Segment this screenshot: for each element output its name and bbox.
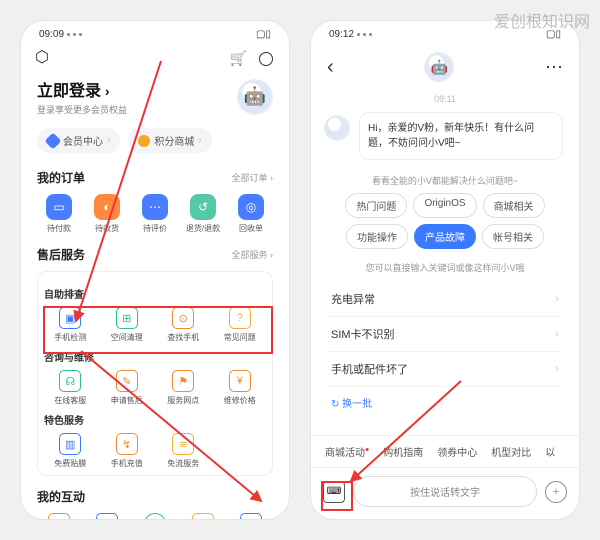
chip-account[interactable]: 帐号相关 (482, 224, 544, 249)
plus-button[interactable]: + (545, 481, 567, 503)
orders-more[interactable]: 全部订单 (231, 171, 273, 184)
order-pending-review[interactable]: ⋯待评价 (133, 194, 177, 234)
tag-item[interactable]: 以 (545, 444, 555, 459)
chip-row-2: 功能操作 产品故障 帐号相关 (311, 224, 579, 249)
special-free-film[interactable]: ▥免费贴膜 (44, 433, 97, 469)
login-title[interactable]: 立即登录 (37, 77, 127, 101)
chat-timestamp: 09:11 (311, 94, 579, 104)
pill-member[interactable]: 会员中心 (37, 128, 120, 153)
consult-service-point[interactable]: ⚑服务网点 (157, 370, 210, 406)
chip-hot[interactable]: 热门问题 (345, 193, 407, 218)
login-block[interactable]: 立即登录 登录享受更多会员权益 (37, 77, 127, 116)
order-pending-receive[interactable]: ◐待收货 (85, 194, 129, 234)
battery-icon: ▢▯ (256, 29, 271, 40)
cart-icon[interactable] (230, 50, 247, 67)
question-charging[interactable]: 充电异常 (327, 282, 563, 317)
status-time: 09:12 (329, 29, 354, 40)
orders-grid: ▭待付款 ◐待收货 ⋯待评价 ↺退货/退款 ◎回收单 (37, 194, 273, 234)
tag-item[interactable]: 购机指南 (383, 444, 423, 459)
chat-avatar: 🤖 (424, 52, 454, 82)
tag-item[interactable]: 商城活动● (325, 444, 369, 459)
chip-product-fault[interactable]: 产品故障 (414, 224, 476, 249)
selfcheck-find-phone[interactable]: ⊙查找手机 (157, 307, 210, 343)
bubble-avatar (324, 115, 350, 141)
consult-title: 咨询与维修 (44, 349, 266, 364)
order-refund[interactable]: ↺退货/退款 (181, 194, 225, 234)
watermark: 爱创根知识网 (494, 8, 590, 32)
consult-repair-price[interactable]: ¥维修价格 (214, 370, 267, 406)
interact-item[interactable]: ◇ (37, 513, 81, 520)
order-pending-pay[interactable]: ▭待付款 (37, 194, 81, 234)
settings-icon[interactable] (37, 51, 53, 67)
chip-originos[interactable]: OriginOS (413, 193, 476, 218)
bottom-tags[interactable]: 商城活动● 购机指南 领券中心 机型对比 以 (311, 435, 579, 467)
selfcheck-phone-detect[interactable]: ▣手机检测 (44, 307, 97, 343)
hint-text-2: 您可以直接输入关键词或像这样问小V哦 (311, 261, 579, 274)
message-icon[interactable] (259, 52, 273, 66)
avatar[interactable]: 🤖 (237, 79, 273, 115)
tag-item[interactable]: 机型对比 (491, 444, 531, 459)
more-button[interactable] (545, 57, 563, 78)
phone-left: 09:09 ▢▯ 立即登录 登录享受更多会员权益 🤖 会员中心 积分商城 我的订… (20, 20, 290, 520)
chip-function[interactable]: 功能操作 (346, 224, 408, 249)
consult-apply-aftersale[interactable]: ✎申请售后 (101, 370, 154, 406)
interact-item[interactable]: ◇ (229, 513, 273, 520)
interact-item[interactable]: ◎ (133, 513, 177, 520)
aftersale-title: 售后服务 (37, 246, 85, 263)
back-button[interactable] (327, 56, 334, 79)
refresh-button[interactable]: 换一批 (311, 389, 579, 416)
voice-input[interactable]: 按住说话转文字 (353, 476, 537, 507)
login-subtitle: 登录享受更多会员权益 (37, 103, 127, 116)
orders-title: 我的订单 (37, 169, 85, 186)
selfcheck-faq[interactable]: ?常见问题 (214, 307, 267, 343)
interact-item[interactable]: ◇ (181, 513, 225, 520)
pill-points[interactable]: 积分商城 (128, 128, 211, 153)
hint-text: 看看全能的小V都能解决什么问题吧~ (311, 174, 579, 187)
keyboard-icon[interactable]: ⌨ (323, 481, 345, 503)
special-title: 特色服务 (44, 412, 266, 427)
special-recharge[interactable]: ↯手机充值 (101, 433, 154, 469)
aftersale-more[interactable]: 全部服务 (231, 248, 273, 261)
interact-title: 我的互动 (37, 488, 85, 505)
chip-mall[interactable]: 商城相关 (483, 193, 545, 218)
tag-item[interactable]: 领券中心 (437, 444, 477, 459)
interact-item[interactable]: ◇ (85, 513, 129, 520)
question-sim[interactable]: SIM卡不识别 (327, 317, 563, 352)
selfcheck-clean[interactable]: ⊞空间清理 (101, 307, 154, 343)
status-bar: 09:09 ▢▯ (21, 21, 289, 44)
phone-right: 09:12 ▢▯ 🤖 09:11 Hi，亲爱的V粉，新年快乐！有什么问题，不妨问… (310, 20, 580, 520)
status-time: 09:09 (39, 29, 64, 40)
input-bar: ⌨ 按住说话转文字 + (311, 467, 579, 519)
special-free-data[interactable]: ≋免流服务 (157, 433, 210, 469)
chip-row-1: 热门问题 OriginOS 商城相关 (311, 193, 579, 218)
chat-bubble: Hi，亲爱的V粉，新年快乐！有什么问题，不妨问问小V吧~ (359, 112, 563, 160)
question-broken[interactable]: 手机或配件坏了 (327, 352, 563, 387)
consult-online-service[interactable]: ☊在线客服 (44, 370, 97, 406)
order-recycle[interactable]: ◎回收单 (229, 194, 273, 234)
selfcheck-title: 自助排查 (44, 286, 266, 301)
